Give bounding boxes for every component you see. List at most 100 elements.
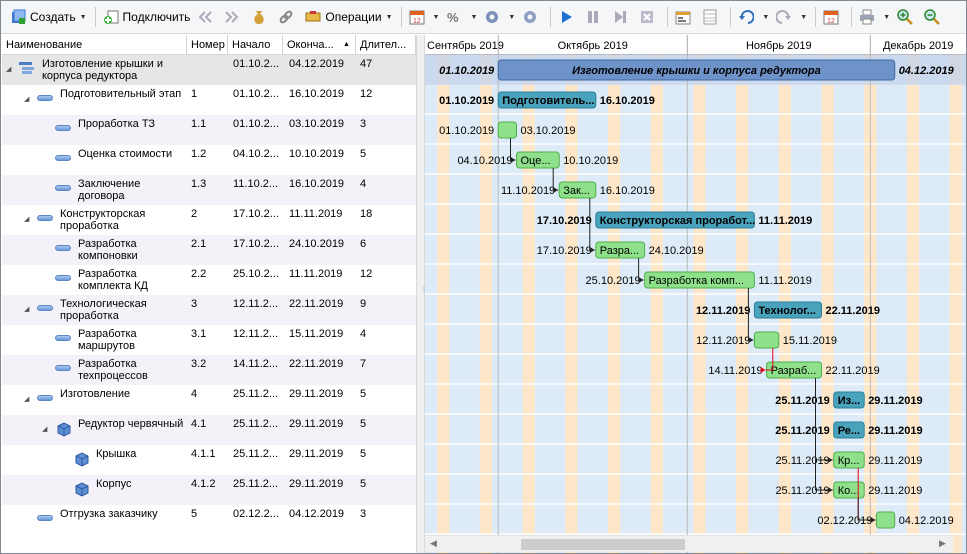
- connect-button[interactable]: Подключить: [100, 5, 194, 29]
- print-button[interactable]: ▼: [856, 5, 893, 29]
- scroll-right-icon[interactable]: ▶: [939, 538, 946, 549]
- task-start: 25.10.2...: [233, 268, 279, 280]
- task-duration: 7: [360, 358, 367, 370]
- redo-button[interactable]: ▼: [773, 5, 810, 29]
- table-row[interactable]: ◢ Технологическая проработка 3 12.11.2... 22…: [2, 295, 416, 325]
- task-number: 5: [191, 508, 198, 520]
- weekday-band: [894, 55, 902, 553]
- table-row[interactable]: ◢ Редуктор червячный 4.1 25.11.2... 29.11.20…: [2, 415, 416, 445]
- task-duration: 4: [360, 328, 367, 340]
- part-icon: [73, 480, 89, 497]
- weekday-band: [748, 55, 755, 553]
- move-left-button[interactable]: [194, 5, 220, 29]
- table-row[interactable]: Проработка ТЗ 1.1 01.10.2... 03.10.2019 3: [2, 115, 416, 145]
- create-button[interactable]: Создать ▼: [7, 5, 90, 29]
- table-row[interactable]: Разработка компоновки 2.1 17.10.2... 24.10.…: [2, 235, 416, 265]
- zoom-in-button[interactable]: [894, 5, 920, 29]
- expand-toggle-icon[interactable]: ◢: [24, 395, 29, 403]
- table-row[interactable]: ◢ Изготовление 4 25.11.2... 29.11.2019 5: [2, 385, 416, 415]
- table-button[interactable]: [699, 5, 725, 29]
- chevron-down-icon[interactable]: ▼: [433, 14, 440, 21]
- row-separator: [425, 143, 966, 145]
- calendar-button[interactable]: 12 ▼: [406, 5, 443, 29]
- task-name: Подготовительный этап: [60, 88, 182, 100]
- column-header-name[interactable]: Наименование: [2, 35, 187, 55]
- report-button[interactable]: [672, 5, 698, 29]
- table-row[interactable]: ◢ Конструкторская проработка 2 17.10.2... 11…: [2, 205, 416, 235]
- task-duration: 3: [360, 118, 367, 130]
- expand-toggle-icon[interactable]: ◢: [42, 425, 47, 433]
- settings-button[interactable]: [519, 5, 545, 29]
- resources-button[interactable]: ▼: [481, 5, 518, 29]
- weekday-band: [919, 55, 926, 553]
- table-icon: [702, 9, 718, 25]
- scroll-thumb[interactable]: [521, 539, 685, 550]
- operations-button[interactable]: Операции ▼: [302, 5, 395, 29]
- column-header-duration[interactable]: Длител...: [356, 35, 416, 55]
- skip-button[interactable]: [609, 5, 635, 29]
- row-separator: [425, 173, 966, 175]
- task-end: 22.11.2019: [289, 358, 344, 370]
- move-right-button[interactable]: [221, 5, 247, 29]
- calendar2-button[interactable]: 12: [820, 5, 846, 29]
- table-row[interactable]: Разработка маршрутов 3.1 12.11.2... 15.11.2…: [2, 325, 416, 355]
- table-row[interactable]: Разработка техпроцессов 3.2 14.11.2... 22.1…: [2, 355, 416, 385]
- row-separator: [425, 263, 966, 265]
- app-window: Создать ▼ Подключить Операции ▼ 12 ▼ % ▼ ▼: [0, 0, 967, 554]
- print-icon: [859, 9, 875, 25]
- task-bar[interactable]: [497, 121, 517, 139]
- table-row[interactable]: ◢ Подготовительный этап 1 01.10.2... 16.10.2…: [2, 85, 416, 115]
- percent-button[interactable]: % ▼: [443, 5, 480, 29]
- horizontal-scrollbar[interactable]: ◀ ▶: [425, 535, 953, 552]
- bar-end-date: 29.11.2019: [868, 485, 922, 497]
- task-start: 25.11.2...: [233, 478, 279, 490]
- chevron-down-icon[interactable]: ▼: [883, 14, 890, 21]
- column-header-end[interactable]: Оконча... ▲: [283, 35, 356, 55]
- bar-label: Оце...: [521, 155, 551, 167]
- table-row[interactable]: Разработка комплекта КД 2.2 25.10.2... 11.1…: [2, 265, 416, 295]
- pane-splitter[interactable]: ⋮: [416, 35, 428, 553]
- task-bar[interactable]: [875, 511, 896, 529]
- expand-toggle-icon[interactable]: ◢: [24, 305, 29, 313]
- table-row[interactable]: Заключение договора 1.3 11.10.2... 16.10.20…: [2, 175, 416, 205]
- task-end: 04.12.2019: [289, 58, 345, 70]
- gantt-canvas[interactable]: Сентябрь 2019 Октябрь 2019 Ноябрь 2019 Дека…: [425, 35, 966, 553]
- task-start: 01.10.2...: [233, 58, 279, 70]
- table-row[interactable]: Оценка стоимости 1.2 04.10.2... 10.10.2019 5: [2, 145, 416, 175]
- column-header-number[interactable]: Номер: [187, 35, 228, 55]
- create-icon: [10, 9, 26, 25]
- task-icon: [37, 395, 53, 401]
- chevron-down-icon[interactable]: ▼: [800, 14, 807, 21]
- link-button[interactable]: [275, 5, 301, 29]
- weekday-band: [931, 55, 938, 553]
- weekday-band: [723, 55, 731, 553]
- chevron-down-icon[interactable]: ▼: [762, 14, 769, 21]
- chevron-down-icon[interactable]: ▼: [508, 14, 515, 21]
- chevron-down-icon[interactable]: ▼: [80, 14, 87, 21]
- play-button[interactable]: [555, 5, 581, 29]
- table-row[interactable]: ◢ Изготовление крышки и корпуса редуктора…: [2, 55, 416, 85]
- stop-button[interactable]: [636, 5, 662, 29]
- scroll-left-icon[interactable]: ◀: [430, 538, 437, 549]
- move-left-icon: [197, 9, 213, 25]
- expand-toggle-icon[interactable]: ◢: [6, 65, 11, 73]
- column-header-start[interactable]: Начало: [228, 35, 283, 55]
- expand-toggle-icon[interactable]: ◢: [24, 215, 29, 223]
- chevron-down-icon[interactable]: ▼: [470, 14, 477, 21]
- task-bar[interactable]: [753, 331, 780, 349]
- bar-end-date: 29.11.2019: [868, 395, 922, 407]
- chevron-down-icon[interactable]: ▼: [386, 14, 393, 21]
- weekend-band: [693, 55, 700, 553]
- undo-button[interactable]: ▼: [735, 5, 772, 29]
- weekday-band: [717, 55, 725, 553]
- pause-button[interactable]: [582, 5, 608, 29]
- zoom-out-button[interactable]: [921, 5, 947, 29]
- weekday-band: [583, 55, 590, 553]
- cost-button[interactable]: [248, 5, 274, 29]
- operations-label: Операции: [325, 10, 382, 24]
- table-row[interactable]: Отгрузка заказчику 5 02.12.2... 04.12.2019 3: [2, 505, 416, 535]
- weekend-band: [736, 55, 743, 553]
- table-row[interactable]: Крышка 4.1.1 25.11.2... 29.11.2019 5: [2, 445, 416, 475]
- expand-toggle-icon[interactable]: ◢: [24, 95, 29, 103]
- table-row[interactable]: Корпус 4.1.2 25.11.2... 29.11.2019 5: [2, 475, 416, 505]
